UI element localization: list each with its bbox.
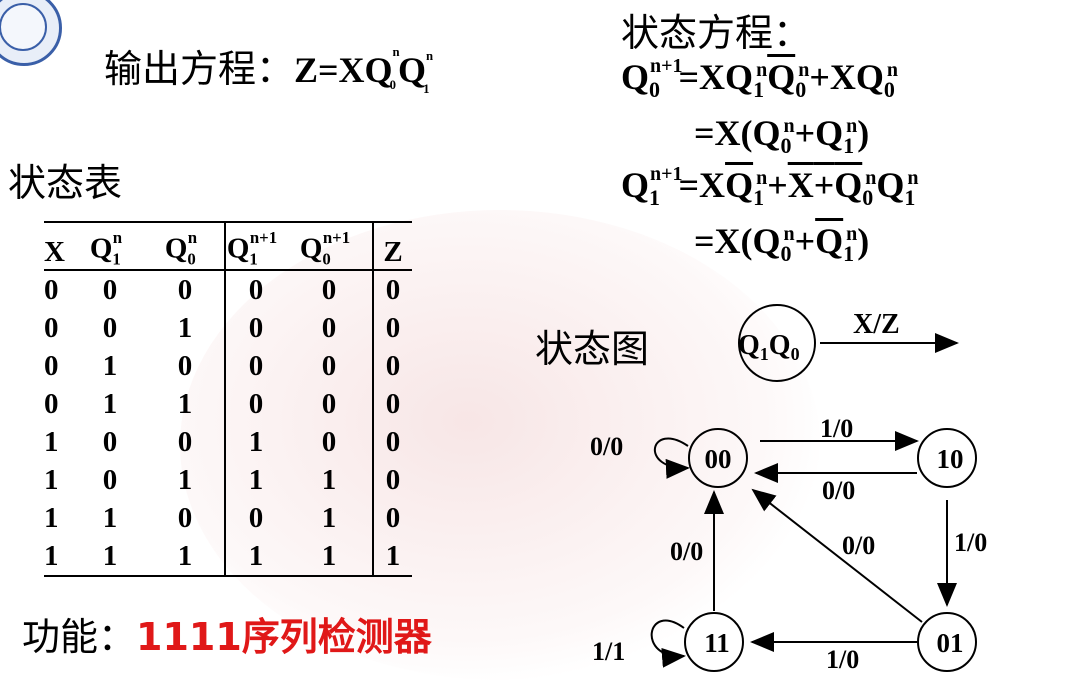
node-00-label: 00 [705, 444, 732, 474]
node-11: 11 [684, 612, 744, 672]
edge-01-00-label: 0/0 [842, 531, 875, 560]
edge-11-self [650, 619, 686, 668]
legend-arrow-label: X/Z [853, 309, 900, 340]
node-00: 00 [688, 428, 748, 488]
legend: Q1Q0 X/Z [738, 304, 959, 382]
node-10: 10 [917, 428, 977, 488]
node-10-label: 10 [937, 444, 964, 474]
edge-00-self [653, 437, 690, 479]
edge-11-00-label: 0/0 [670, 537, 703, 566]
node-01-label: 01 [937, 628, 964, 658]
edge-01-11-label: 1/0 [826, 645, 859, 674]
node-11-label: 11 [704, 628, 730, 658]
edge-11-self-label: 1/1 [592, 637, 625, 666]
edge-00-self-label: 0/0 [590, 432, 623, 461]
edge-10-01-label: 1/0 [954, 528, 987, 557]
node-01: 01 [917, 612, 977, 672]
state-diagram: Q1Q0 X/Z 00 10 01 11 0/0 1/0 0/0 1/0 0/0… [590, 304, 987, 674]
edge-10-00-label: 0/0 [822, 476, 855, 505]
edge-00-10-label: 1/0 [820, 414, 853, 443]
edge-01-00 [751, 488, 923, 623]
legend-node-label: Q1Q0 [738, 330, 800, 364]
